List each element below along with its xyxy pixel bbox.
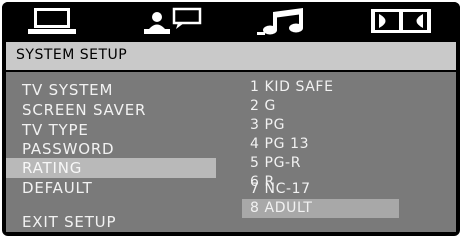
exit-setup-button[interactable]: EXIT SETUP: [6, 212, 216, 232]
music-note-icon[interactable]: [254, 6, 314, 36]
rating-option-adult[interactable]: 8 ADULT: [242, 199, 399, 218]
menu-item-tv-type[interactable]: TV TYPE: [6, 120, 216, 140]
rating-option-nc17[interactable]: 7 NC-17: [242, 180, 399, 199]
menu-item-tv-system[interactable]: TV SYSTEM: [6, 80, 216, 100]
setup-tab-bar: [2, 2, 460, 40]
rating-option-pg-r[interactable]: 5 PG-R: [242, 154, 399, 173]
monitor-icon[interactable]: [22, 6, 82, 36]
person-speech-icon[interactable]: [138, 6, 208, 36]
rating-option-pg[interactable]: 3 PG: [242, 116, 399, 135]
rating-option-g[interactable]: 2 G: [242, 97, 399, 116]
menu-item-default[interactable]: DEFAULT: [6, 178, 216, 198]
menu-item-screen-saver[interactable]: SCREEN SAVER: [6, 100, 216, 120]
page-title: SYSTEM SETUP: [16, 47, 128, 63]
setup-panel: TV SYSTEM SCREEN SAVER TV TYPE PASSWORD …: [6, 72, 456, 232]
osd-frame: SYSTEM SETUP TV SYSTEM SCREEN SAVER TV T…: [2, 2, 460, 236]
menu-item-password[interactable]: PASSWORD: [6, 139, 216, 159]
dolby-logo-icon[interactable]: [368, 6, 434, 36]
rating-option-pg13[interactable]: 4 PG 13: [242, 135, 399, 154]
section-header: SYSTEM SETUP: [6, 42, 456, 70]
rating-option-kid-safe[interactable]: 1 KID SAFE: [242, 78, 399, 97]
menu-item-rating[interactable]: RATING: [6, 158, 216, 178]
